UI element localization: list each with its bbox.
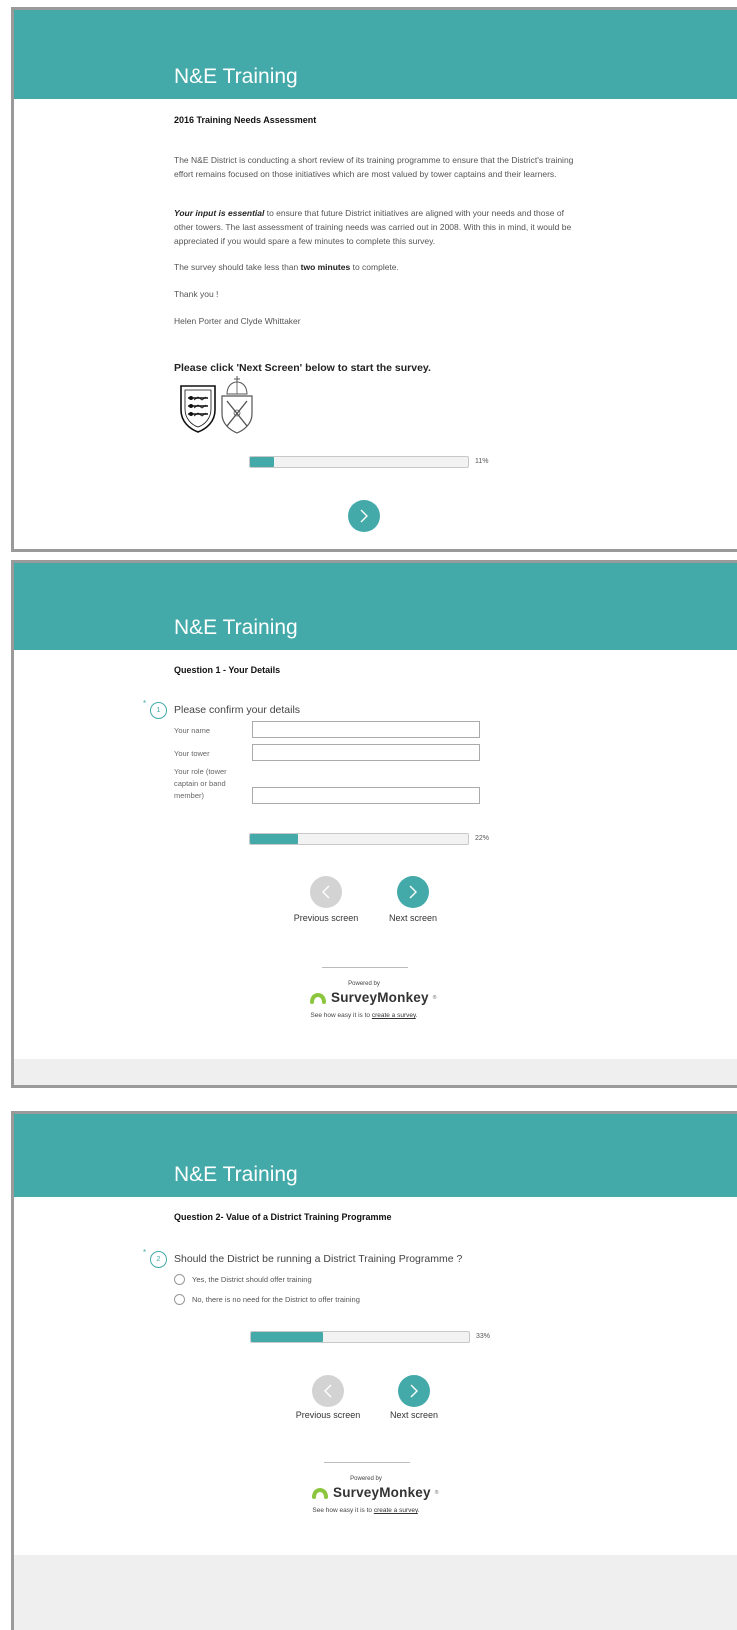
create-survey-link[interactable]: create a survey <box>374 1507 418 1514</box>
progress-bar <box>249 456 469 468</box>
promo-text: See how easy it is to <box>312 1507 374 1514</box>
previous-button[interactable] <box>312 1375 344 1407</box>
input-essential-paragraph: Your input is essential to ensure that f… <box>174 206 584 248</box>
field-label-name: Your name <box>174 726 210 735</box>
required-marker: * <box>143 699 147 708</box>
surveymonkey-icon <box>310 992 326 1004</box>
survey-screen-question-1: N&E Training Question 1 - Your Details *… <box>11 560 737 1088</box>
paragraph-text: The survey should take less than <box>174 262 301 272</box>
next-button-label[interactable]: Next screen <box>374 1410 454 1420</box>
survey-header: N&E Training <box>14 10 737 99</box>
option-label-yes[interactable]: Yes, the District should offer training <box>192 1275 312 1284</box>
progress-fill <box>251 1332 323 1342</box>
progress-fill <box>250 457 274 467</box>
powered-by-text: Powered by <box>350 1476 382 1482</box>
field-label-role: Your role (tower captain or band member) <box>174 767 227 800</box>
bishop-mitre-crest-icon <box>218 374 256 441</box>
registered-mark: ® <box>434 1489 439 1496</box>
previous-button-label[interactable]: Previous screen <box>286 913 366 923</box>
create-survey-promo: See how easy it is to create a survey. <box>294 1012 434 1019</box>
thank-you-text: Thank you ! <box>174 289 219 299</box>
chevron-right-icon <box>409 885 417 899</box>
paragraph-text: to complete. <box>350 262 399 272</box>
next-button[interactable] <box>398 1375 430 1407</box>
previous-button[interactable] <box>310 876 342 908</box>
next-button[interactable] <box>397 876 429 908</box>
survey-title: N&E Training <box>174 616 298 639</box>
previous-button-label[interactable]: Previous screen <box>288 1410 368 1420</box>
question-text: Should the District be running a Distric… <box>174 1253 463 1265</box>
surveymonkey-icon <box>312 1487 328 1499</box>
survey-header: N&E Training <box>14 1114 737 1197</box>
required-marker: * <box>143 1248 147 1257</box>
survey-header: N&E Training <box>14 563 737 650</box>
start-instruction: Please click 'Next Screen' below to star… <box>174 362 431 374</box>
progress-percent: 11% <box>475 458 489 465</box>
intro-paragraph: The N&E District is conducting a short r… <box>174 155 574 179</box>
radio-option-no[interactable] <box>174 1294 185 1305</box>
role-input[interactable] <box>252 787 480 804</box>
progress-percent: 33% <box>476 1333 491 1340</box>
survey-title: N&E Training <box>174 65 298 88</box>
question-text: Please confirm your details <box>174 704 301 716</box>
duration-paragraph: The survey should take less than two min… <box>174 260 584 274</box>
radio-option-yes[interactable] <box>174 1274 185 1285</box>
option-label-no[interactable]: No, there is no need for the District to… <box>192 1295 360 1304</box>
survey-screen-question-2: N&E Training Question 2- Value of a Dist… <box>11 1111 737 1630</box>
footer-divider <box>324 1462 410 1463</box>
footer-divider <box>322 967 408 968</box>
next-button[interactable] <box>348 500 380 532</box>
registered-mark: ® <box>432 994 437 1001</box>
surveymonkey-wordmark: SurveyMonkey <box>333 1485 431 1500</box>
duration-emphasis: two minutes <box>300 262 351 272</box>
question-number-badge: 1 <box>150 702 167 719</box>
question-number-badge: 2 <box>150 1251 167 1268</box>
survey-title: N&E Training <box>174 1163 298 1186</box>
progress-percent: 22% <box>475 835 490 842</box>
footer-band <box>14 1555 737 1630</box>
next-button-label[interactable]: Next screen <box>373 913 453 923</box>
progress-bar <box>250 1331 470 1343</box>
powered-by-text: Powered by <box>348 981 380 987</box>
chevron-left-icon <box>324 1384 332 1398</box>
name-input[interactable] <box>252 721 480 738</box>
surveymonkey-logo[interactable]: SurveyMonkey ® <box>311 1485 438 1500</box>
promo-text: . <box>415 1012 418 1019</box>
footer-band <box>14 1059 737 1085</box>
emphasis-text: Your input is essential <box>174 208 265 218</box>
page-subtitle: Question 2- Value of a District Training… <box>174 1212 392 1222</box>
surveymonkey-wordmark: SurveyMonkey <box>331 990 429 1005</box>
promo-text: . <box>417 1507 420 1514</box>
survey-screen-intro: N&E Training 2016 Training Needs Assessm… <box>11 7 737 552</box>
progress-fill <box>250 834 298 844</box>
promo-text: See how easy it is to <box>310 1012 372 1019</box>
progress-bar <box>249 833 469 845</box>
page-subtitle: Question 1 - Your Details <box>174 665 281 675</box>
page-subtitle: 2016 Training Needs Assessment <box>174 115 317 125</box>
field-label-tower: Your tower <box>174 749 210 758</box>
create-survey-promo: See how easy it is to create a survey. <box>296 1507 436 1514</box>
signature-text: Helen Porter and Clyde Whittaker <box>174 316 301 326</box>
chevron-left-icon <box>322 885 330 899</box>
chevron-right-icon <box>410 1384 418 1398</box>
shield-crest-icon <box>178 382 218 439</box>
tower-input[interactable] <box>252 744 480 761</box>
create-survey-link[interactable]: create a survey <box>372 1012 416 1019</box>
chevron-right-icon <box>360 509 368 523</box>
surveymonkey-logo[interactable]: SurveyMonkey ® <box>309 990 436 1005</box>
